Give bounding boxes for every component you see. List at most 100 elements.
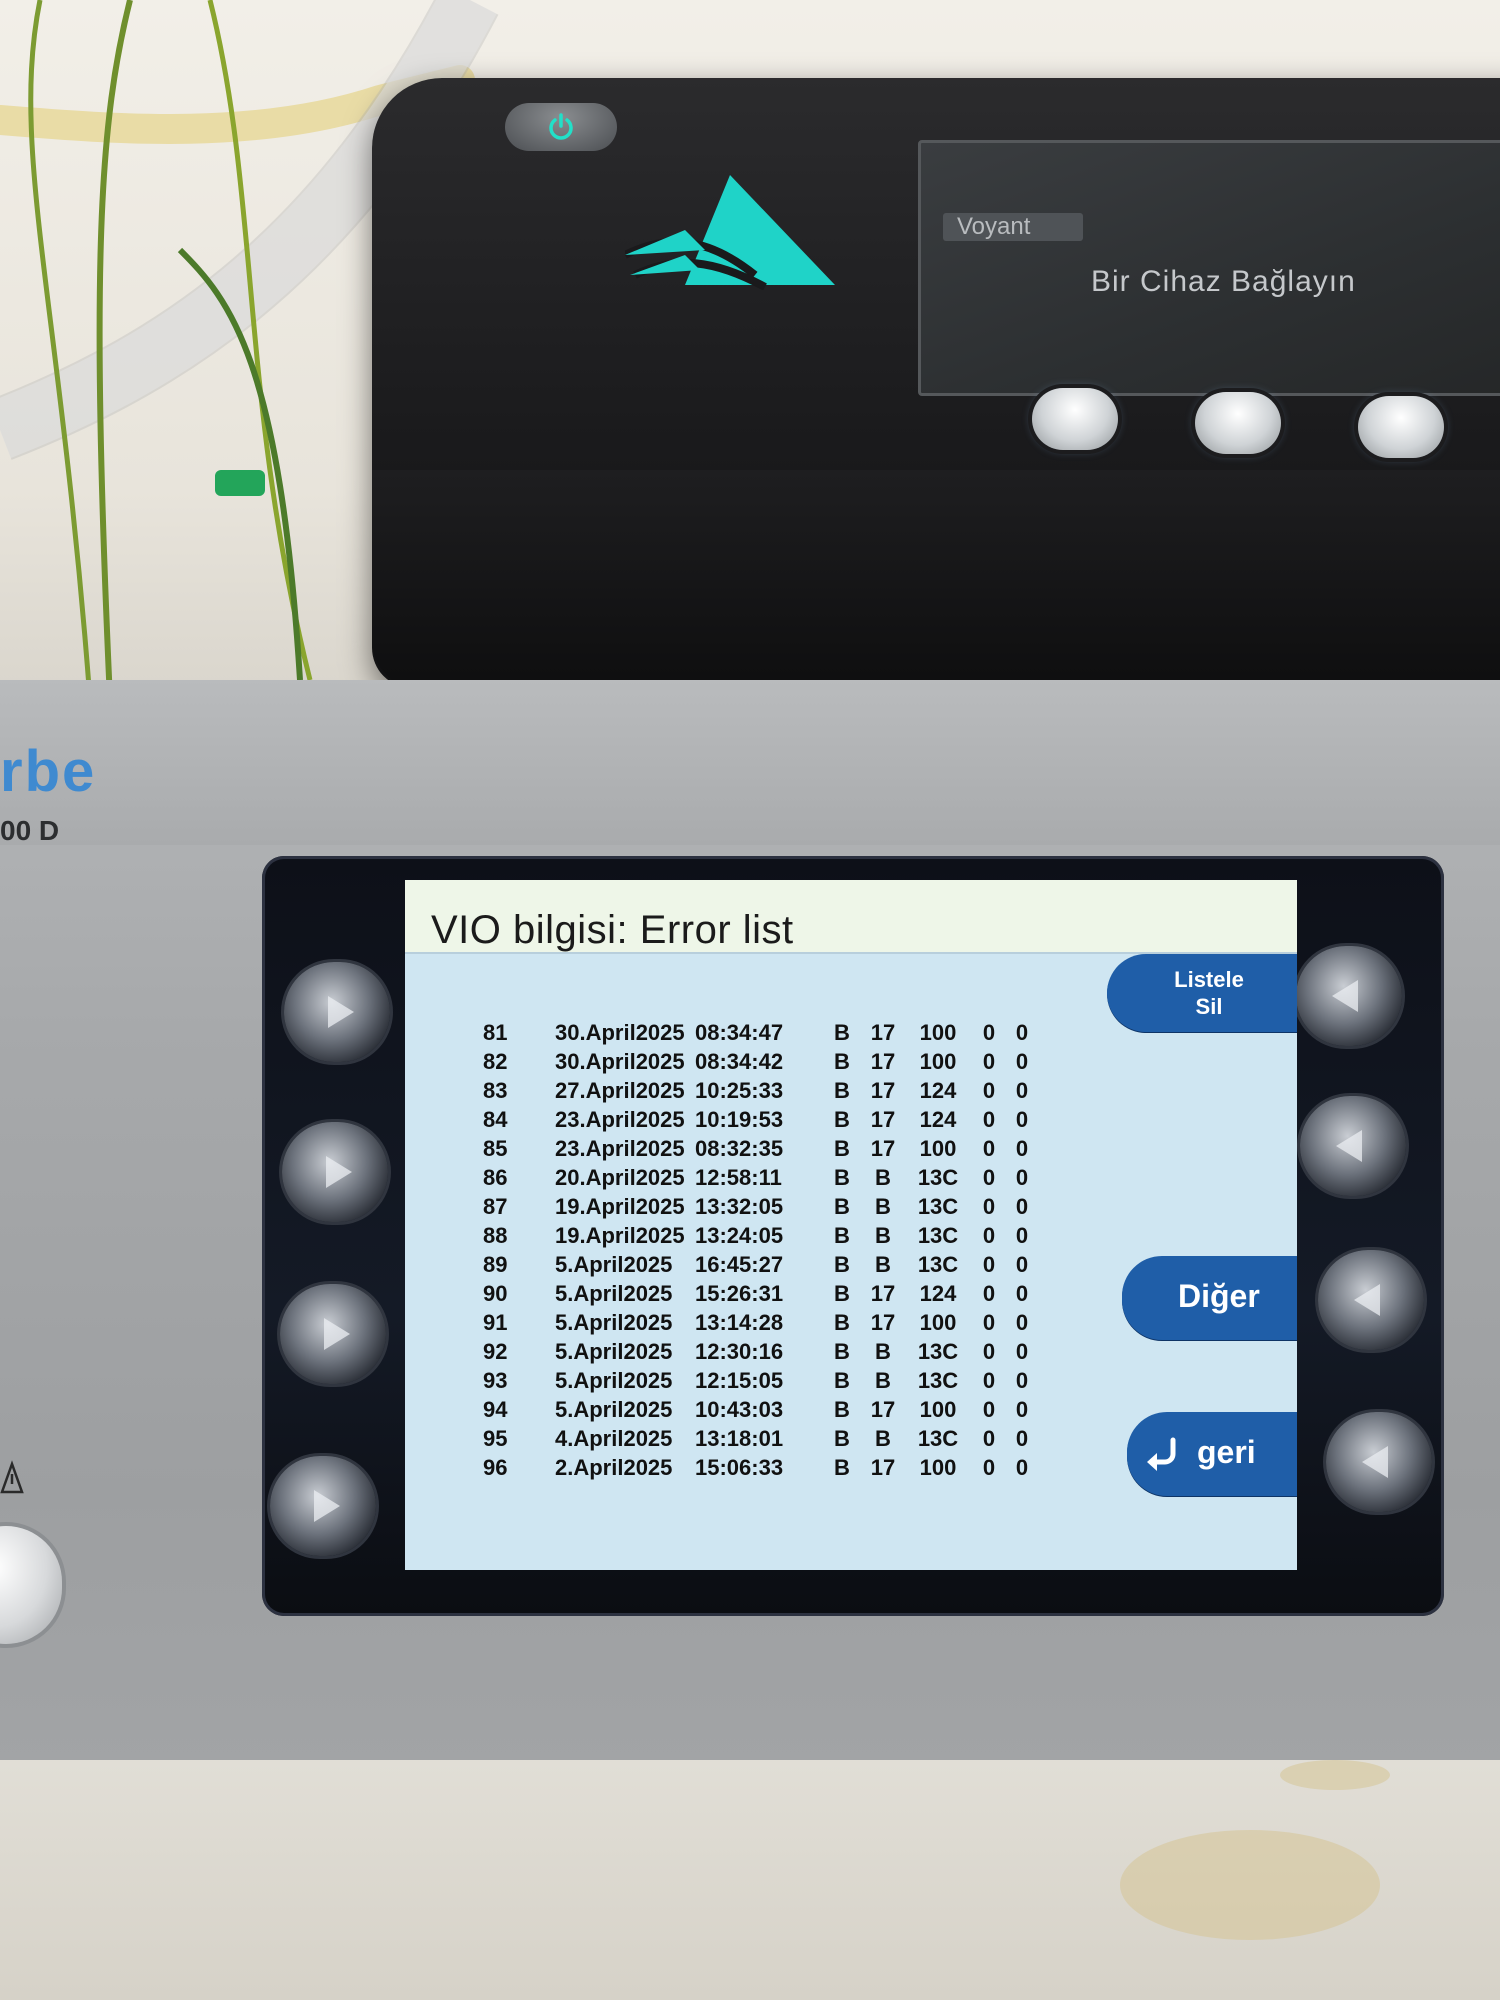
right-softkey-1[interactable] [1296, 946, 1402, 1046]
entry-time: 08:32:35 [695, 1135, 784, 1161]
stain-mark [1120, 1830, 1380, 1940]
table-row: 83 27.April2025 10:25:33 B 17 124 0 0 [483, 1076, 1037, 1105]
power-button[interactable] [505, 103, 617, 151]
voyant-screen-message: Bir Cihaz Bağlayın [1091, 265, 1356, 298]
entry-code-e: 0 [1015, 1135, 1029, 1161]
power-icon [549, 113, 573, 140]
entry-code-e: 0 [1015, 1425, 1029, 1451]
left-softkey-4[interactable] [270, 1456, 376, 1556]
play-arrow-icon [1336, 1130, 1362, 1162]
entry-code-e: 0 [1015, 1454, 1029, 1480]
lcd-header: VIO bilgisi: Error list [405, 880, 1297, 952]
entry-code-b: B [875, 1367, 891, 1393]
back-arrow-icon [1147, 1437, 1176, 1471]
entry-code-a: B [834, 1106, 850, 1132]
entry-time: 10:19:53 [695, 1106, 784, 1132]
entry-date: 5.April2025 [555, 1280, 673, 1306]
list-delete-label-line1: Listele [1174, 967, 1244, 992]
entry-code-b: 17 [870, 1048, 896, 1074]
list-delete-button[interactable]: Listele Sil [1107, 954, 1297, 1032]
left-softkey-3[interactable] [280, 1284, 386, 1384]
entry-code-c: 124 [919, 1280, 957, 1306]
entry-code-c: 13C [917, 1164, 959, 1190]
entry-code-b: B [875, 1251, 891, 1277]
error-list-table: 81 30.April2025 08:34:47 B 17 100 0 0 82 30.April… [483, 1018, 1037, 1482]
voyant-hw-button-3[interactable] [1358, 396, 1444, 458]
page-title: VIO bilgisi: Error list [431, 908, 794, 952]
entry-code-a: B [834, 1338, 850, 1364]
entry-code-c: 100 [919, 1048, 957, 1074]
entry-date: 19.April2025 [555, 1222, 685, 1248]
table-row: 81 30.April2025 08:34:47 B 17 100 0 0 [483, 1018, 1037, 1047]
right-softkey-4[interactable] [1326, 1412, 1432, 1512]
entry-number: 85 [483, 1135, 508, 1161]
entry-code-d: 0 [982, 1106, 996, 1132]
play-arrow-icon [1354, 1284, 1380, 1316]
entry-date: 23.April2025 [555, 1135, 685, 1161]
entry-code-b: 17 [870, 1106, 896, 1132]
entry-code-d: 0 [982, 1367, 996, 1393]
entry-code-a: B [834, 1251, 850, 1277]
entry-code-d: 0 [982, 1425, 996, 1451]
entry-time: 08:34:47 [695, 1019, 784, 1045]
entry-code-a: B [834, 1193, 850, 1219]
table-row: 95 4.April2025 13:18:01 B B 13C 0 0 [483, 1424, 1037, 1453]
table-row: 89 5.April2025 16:45:27 B B 13C 0 0 [483, 1250, 1037, 1279]
play-arrow-icon [324, 1318, 350, 1350]
entry-date: 30.April2025 [555, 1048, 685, 1074]
entry-code-c: 124 [919, 1106, 957, 1132]
entry-number: 86 [483, 1164, 508, 1190]
erbe-model-text: 00 D [0, 815, 60, 846]
entry-code-b: B [875, 1425, 891, 1451]
entry-code-c: 13C [917, 1193, 959, 1219]
entry-code-c: 13C [917, 1367, 959, 1393]
entry-code-d: 0 [982, 1251, 996, 1277]
entry-code-d: 0 [982, 1309, 996, 1335]
entry-code-c: 100 [919, 1396, 957, 1422]
right-softkey-3[interactable] [1318, 1250, 1424, 1350]
entry-date: 5.April2025 [555, 1396, 673, 1422]
entry-code-c: 100 [919, 1454, 957, 1480]
table-row: 87 19.April2025 13:32:05 B B 13C 0 0 [483, 1192, 1037, 1221]
entry-date: 5.April2025 [555, 1338, 673, 1364]
entry-number: 94 [483, 1396, 508, 1422]
back-button[interactable]: geri [1127, 1412, 1297, 1496]
entry-time: 12:58:11 [695, 1164, 782, 1190]
left-softkey-2[interactable] [282, 1122, 388, 1222]
entry-code-d: 0 [982, 1164, 996, 1190]
entry-number: 88 [483, 1222, 508, 1248]
entry-code-c: 13C [917, 1251, 959, 1277]
entry-code-a: B [834, 1280, 850, 1306]
entry-code-e: 0 [1015, 1396, 1029, 1422]
entry-code-b: B [875, 1193, 891, 1219]
entry-code-a: B [834, 1048, 850, 1074]
entry-code-a: B [834, 1309, 850, 1335]
entry-code-b: 17 [870, 1077, 896, 1103]
left-softkey-1[interactable] [284, 962, 390, 1062]
entry-number: 90 [483, 1280, 508, 1306]
other-button[interactable]: Diğer [1122, 1256, 1297, 1340]
voyant-hw-button-1[interactable] [1032, 388, 1118, 450]
other-button-label: Diğer [1178, 1278, 1260, 1314]
entry-code-e: 0 [1015, 1048, 1029, 1074]
voyant-hw-button-2[interactable] [1195, 392, 1281, 454]
entry-number: 89 [483, 1251, 508, 1277]
entry-code-b: 17 [870, 1280, 896, 1306]
entry-date: 27.April2025 [555, 1077, 685, 1103]
entry-code-e: 0 [1015, 1193, 1029, 1219]
entry-number: 87 [483, 1193, 508, 1219]
entry-time: 13:18:01 [695, 1425, 784, 1451]
entry-code-c: 13C [917, 1222, 959, 1248]
play-arrow-icon [328, 996, 354, 1028]
entry-number: 95 [483, 1425, 508, 1451]
right-softkey-2[interactable] [1300, 1096, 1406, 1196]
entry-date: 5.April2025 [555, 1251, 673, 1277]
voyant-device-base [372, 470, 1500, 690]
table-row: 91 5.April2025 13:14:28 B 17 100 0 0 [483, 1308, 1037, 1337]
table-row: 85 23.April2025 08:32:35 B 17 100 0 0 [483, 1134, 1037, 1163]
entry-time: 10:25:33 [695, 1077, 784, 1103]
entry-number: 83 [483, 1077, 508, 1103]
entry-time: 13:24:05 [695, 1222, 784, 1248]
table-row: 84 23.April2025 10:19:53 B 17 124 0 0 [483, 1105, 1037, 1134]
entry-date: 2.April2025 [555, 1454, 673, 1480]
